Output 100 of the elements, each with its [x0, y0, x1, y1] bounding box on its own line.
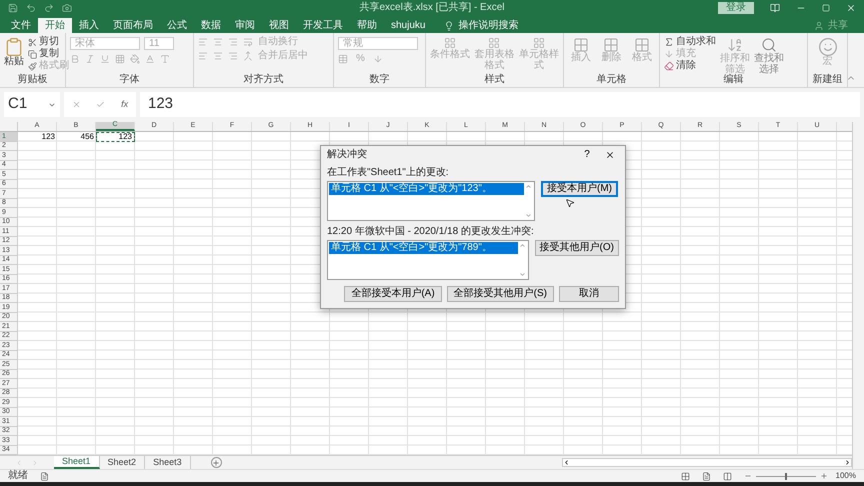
group-label: 字体 — [120, 75, 140, 87]
dialog-title: 解决冲突 — [327, 150, 368, 160]
normal-view-icon[interactable] — [680, 472, 690, 480]
horizontal-scrollbar[interactable] — [562, 458, 852, 467]
camera-icon[interactable] — [62, 3, 72, 13]
ribbon-tab[interactable]: 公式 — [160, 18, 194, 33]
style-icon — [444, 37, 456, 49]
font-color-icon[interactable] — [145, 54, 155, 64]
scroll-up-icon[interactable] — [525, 183, 532, 190]
accept-mine-button[interactable]: 接受本用户(M) — [541, 181, 618, 197]
dialog-button[interactable]: 取消 — [559, 286, 619, 302]
smiley-icon — [818, 37, 838, 57]
change-list[interactable]: 单元格 C1 从"<空白>"更改为"789"。 — [327, 240, 529, 280]
cells-icon — [634, 37, 650, 53]
fill-color-icon[interactable] — [130, 54, 140, 64]
status-text: 就绪 — [8, 471, 28, 481]
group-label: 编辑 — [724, 75, 744, 87]
table-cell[interactable]: 123 — [96, 132, 135, 142]
group-label: 剪贴板 — [18, 75, 48, 87]
ribbon-tab[interactable]: 帮助 — [350, 18, 384, 33]
group-label: 新建组 — [812, 75, 842, 87]
conflict-label: 12:20 年微软中国 - 2020/1/18 的更改发生冲突: — [327, 227, 535, 237]
user-icon[interactable] — [814, 20, 824, 30]
paste-button[interactable]: 粘贴 — [4, 57, 24, 67]
eraser-icon — [664, 61, 674, 71]
merge-icon[interactable] — [243, 51, 253, 61]
font-icon[interactable] — [160, 54, 170, 64]
page-layout-icon[interactable] — [702, 472, 711, 480]
zoom-slider-thumb[interactable] — [784, 472, 787, 480]
align-left-icon[interactable] — [198, 51, 208, 61]
cancel-icon[interactable] — [72, 100, 81, 109]
ribbon-tab[interactable]: 数据 — [194, 18, 228, 33]
page-break-icon[interactable] — [722, 472, 732, 480]
ribbon-tab[interactable]: shujuku — [384, 18, 432, 33]
table-cell[interactable]: 123 — [18, 132, 57, 142]
restore-icon[interactable] — [822, 4, 830, 12]
wrap-text-icon[interactable] — [243, 37, 253, 47]
scroll-right-icon[interactable] — [844, 459, 851, 466]
undo-icon[interactable] — [26, 3, 36, 13]
change-item[interactable]: 单元格 C1 从"<空白>"更改为"789"。 — [329, 242, 518, 254]
vertical-scrollbar[interactable] — [852, 122, 864, 469]
zoom-in-icon[interactable] — [820, 472, 828, 480]
window-title: 共享excel表.xlsx [已共享] - Excel — [358, 3, 506, 13]
ribbon-tab[interactable]: 审阅 — [228, 18, 262, 33]
accept-other-button[interactable]: 接受其他用户(O) — [534, 240, 619, 256]
ribbon-tab[interactable]: 页面布局 — [106, 18, 160, 33]
scroll-up-icon[interactable] — [518, 242, 526, 249]
align-right-icon[interactable] — [228, 51, 238, 61]
table-cell[interactable]: 456 — [57, 132, 96, 142]
sheet-tab[interactable]: Sheet1 — [54, 456, 100, 469]
cells-icon — [573, 37, 590, 53]
bold-icon[interactable] — [70, 54, 80, 64]
fill-icon — [664, 49, 674, 59]
italic-icon[interactable] — [85, 54, 95, 64]
save-icon[interactable] — [8, 3, 18, 13]
add-sheet-button[interactable] — [210, 457, 222, 468]
group-label: 样式 — [484, 75, 504, 87]
copy-button[interactable]: 复制 — [39, 49, 59, 59]
group-label: 对齐方式 — [244, 75, 284, 87]
clear-button[interactable]: 清除 — [676, 61, 696, 71]
close-icon[interactable] — [605, 150, 615, 160]
scroll-down-icon[interactable] — [518, 271, 526, 278]
redo-icon[interactable] — [44, 3, 54, 13]
ribbon-tab[interactable]: 开始 — [38, 18, 72, 33]
scissors-icon[interactable] — [28, 38, 37, 46]
enter-icon[interactable] — [96, 100, 106, 109]
mouse-cursor-icon — [565, 198, 575, 208]
change-list[interactable]: 单元格 C1 从"<空白>"更改为"123"。 — [327, 181, 535, 221]
help-button[interactable]: ? — [577, 150, 597, 160]
search-icon — [761, 37, 777, 53]
underline-icon[interactable] — [100, 54, 110, 64]
group-label: 单元格 — [596, 75, 626, 87]
lightbulb-icon — [444, 20, 454, 30]
scroll-down-icon[interactable] — [525, 212, 532, 219]
dialog-button[interactable]: 全部接受本用户(A) — [344, 286, 442, 302]
zoom-level[interactable]: 100% — [836, 472, 856, 480]
insert-function-button[interactable]: fx — [121, 98, 128, 112]
name-box[interactable]: C1 — [4, 92, 60, 117]
ribbon-tab[interactable]: 文件 — [4, 18, 38, 33]
border-icon[interactable] — [115, 54, 125, 64]
sign-in-button[interactable]: 登录 — [718, 2, 754, 14]
tell-me-search[interactable]: 操作说明搜索 — [458, 20, 518, 30]
sigma-icon — [664, 37, 674, 47]
dialog-button[interactable]: 全部接受其他用户(S) — [446, 286, 554, 302]
style-icon — [532, 37, 545, 49]
scroll-left-icon[interactable] — [562, 459, 570, 466]
align-center-icon[interactable] — [213, 51, 223, 61]
ribbon-tab[interactable]: 开发工具 — [296, 18, 350, 33]
change-item[interactable]: 单元格 C1 从"<空白>"更改为"123"。 — [329, 183, 524, 195]
ribbon-tab[interactable]: 插入 — [72, 18, 106, 33]
formula-input[interactable]: 123 — [140, 92, 860, 117]
ribbon-tab[interactable]: 视图 — [262, 18, 296, 33]
copy-icon[interactable] — [28, 50, 37, 58]
group-label: 数字 — [370, 75, 390, 87]
changes-label: 在工作表"Sheet1"上的更改: — [327, 168, 450, 178]
brush-icon[interactable] — [28, 62, 37, 70]
style-icon — [488, 37, 500, 49]
autosum-button[interactable]: 自动求和 — [676, 37, 716, 47]
sort-icon — [727, 37, 743, 53]
cut-button[interactable]: 剪切 — [39, 37, 59, 47]
